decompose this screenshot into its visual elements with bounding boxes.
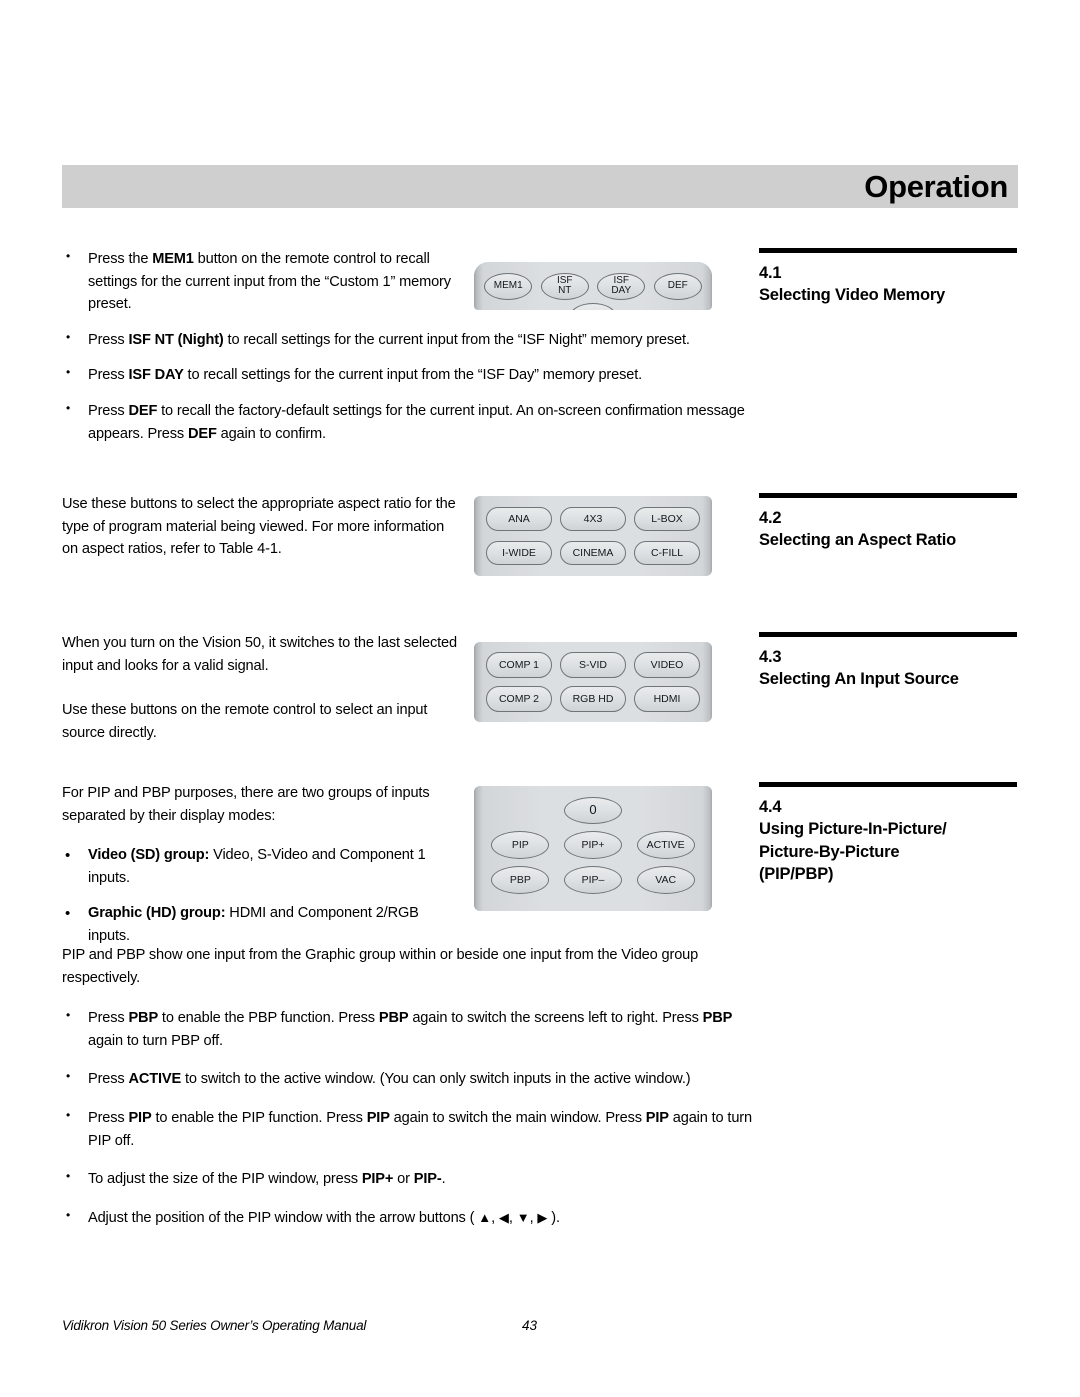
bullet-item: Press ISF NT (Night) to recall settings … (62, 328, 768, 352)
bullet-item: Press the MEM1 button on the remote cont… (62, 247, 462, 316)
section-title: Selecting Video Memory (759, 286, 946, 305)
remote-key-row: PBP PIP– VAC (484, 864, 702, 896)
remote-key-pbp[interactable]: PBP (491, 866, 550, 894)
paragraph: When you turn on the Vision 50, it switc… (62, 635, 457, 674)
group-label: Graphic (HD) group: (88, 905, 226, 922)
remote-key-rgbhd[interactable]: RGB HD (560, 686, 626, 712)
section-4-4-heading: 4.4 Using Picture-In-Picture/ Picture-By… (759, 782, 1018, 885)
remote-key-hdmi[interactable]: HDMI (634, 686, 700, 712)
arrow-right-icon: ▶ (537, 1209, 548, 1225)
arrow-left-icon: ◀ (498, 1209, 509, 1225)
remote-body: MEM1 ISF NT ISF DAY DEF (474, 262, 712, 310)
paragraph: Use these buttons on the remote control … (62, 702, 428, 741)
remote-key-comp2[interactable]: COMP 2 (486, 686, 552, 712)
remote-key-video[interactable]: VIDEO (634, 652, 700, 678)
remote-key-comp1[interactable]: COMP 1 (486, 652, 552, 678)
document-page: Operation Press the MEM1 button on the r… (0, 0, 1080, 1397)
arrow-down-icon: ▼ (516, 1209, 530, 1225)
remote-key-isf-nt[interactable]: ISF NT (540, 272, 589, 300)
section-4-2-heading: 4.2 Selecting an Aspect Ratio (759, 493, 1018, 552)
section-rule (759, 782, 1017, 787)
bullet-item: Graphic (HD) group: HDMI and Component 2… (62, 902, 462, 947)
remote-key-row: 0 (484, 794, 702, 826)
page-title: Operation (864, 169, 1008, 204)
remote-graphic-4-4: 0 PIP PIP+ ACTIVE PBP PIP– VAC (474, 786, 724, 911)
remote-key-isf-day[interactable]: ISF DAY (597, 272, 646, 300)
remote-body: 0 PIP PIP+ ACTIVE PBP PIP– VAC (474, 786, 712, 911)
section-title-line-3: (PIP/PBP) (759, 864, 834, 883)
bullet-item: Video (SD) group: Video, S-Video and Com… (62, 844, 462, 889)
section-4-3-heading: 4.3 Selecting An Input Source (759, 632, 1018, 691)
paragraph: Use these buttons to select the appropri… (62, 496, 456, 558)
remote-graphic-4-1: MEM1 ISF NT ISF DAY DEF (474, 262, 724, 310)
section-4-4: For PIP and PBP purposes, there are two … (62, 782, 1018, 944)
pip-pbp-instructions: PIP and PBP show one input from the Grap… (62, 944, 762, 1229)
section-number: 4.1 (759, 264, 782, 282)
remote-key-0[interactable]: 0 (564, 796, 622, 824)
paragraph: For PIP and PBP purposes, there are two … (62, 785, 430, 824)
footer-manual-title: Vidikron Vision 50 Series Owner’s Operat… (62, 1318, 367, 1333)
arrow-up-icon: ▲ (478, 1209, 492, 1225)
bullet-item: Press PIP to enable the PIP function. Pr… (62, 1106, 762, 1152)
remote-key-row: COMP 1 S-VID VIDEO (482, 650, 704, 680)
section-number: 4.3 (759, 648, 782, 666)
section-4-3-body: When you turn on the Vision 50, it switc… (62, 632, 462, 744)
remote-key-mem1[interactable]: MEM1 (484, 272, 533, 300)
remote-key-svid[interactable]: S-VID (560, 652, 626, 678)
remote-graphic-4-3: COMP 1 S-VID VIDEO COMP 2 RGB HD HDMI (474, 642, 724, 722)
bullet-item: To adjust the size of the PIP window, pr… (62, 1167, 762, 1191)
section-rule (759, 632, 1017, 637)
page-header-bar: Operation (62, 165, 1018, 208)
remote-key-lbox[interactable]: L-BOX (634, 507, 700, 531)
remote-key-row: ANA 4X3 L-BOX (482, 504, 704, 534)
page-footer: Vidikron Vision 50 Series Owner’s Operat… (62, 1318, 1018, 1333)
bullet-item: Press PBP to enable the PBP function. Pr… (62, 1006, 762, 1052)
bullet-item: Press ACTIVE to switch to the active win… (62, 1067, 762, 1091)
remote-key-pip-plus[interactable]: PIP+ (563, 831, 622, 859)
section-4-1-body: Press the MEM1 button on the remote cont… (62, 247, 745, 445)
footer-page-number: 43 (522, 1318, 538, 1333)
section-rule (759, 248, 1017, 253)
paragraph: PIP and PBP show one input from the Grap… (62, 947, 699, 986)
remote-key-active[interactable]: ACTIVE (636, 831, 695, 859)
section-title-line-1: Using Picture-In-Picture/ (759, 820, 947, 839)
section-4-1-heading: 4.1 Selecting Video Memory (759, 248, 1018, 307)
section-4-4-body: For PIP and PBP purposes, there are two … (62, 782, 462, 948)
section-4-2-body: Use these buttons to select the appropri… (62, 493, 462, 561)
section-4-2: Use these buttons to select the appropri… (62, 493, 1018, 623)
remote-key-cinema[interactable]: CINEMA (560, 541, 626, 565)
remote-key-iwide[interactable]: I-WIDE (486, 541, 552, 565)
section-rule (759, 493, 1017, 498)
section-title: Selecting An Input Source (759, 670, 959, 689)
remote-graphic-4-2: ANA 4X3 L-BOX I-WIDE CINEMA C-FILL (474, 496, 724, 576)
section-number: 4.2 (759, 509, 782, 527)
remote-key-row: I-WIDE CINEMA C-FILL (482, 538, 704, 568)
group-label: Video (SD) group: (88, 847, 210, 864)
remote-key-pip[interactable]: PIP (491, 831, 550, 859)
remote-body: COMP 1 S-VID VIDEO COMP 2 RGB HD HDMI (474, 642, 712, 722)
bullet-item: Adjust the position of the PIP window wi… (62, 1206, 762, 1230)
section-title: Selecting an Aspect Ratio (759, 531, 957, 550)
bullet-item: Press ISF DAY to recall settings for the… (62, 363, 768, 387)
section-number: 4.4 (759, 798, 782, 816)
remote-key-ana[interactable]: ANA (486, 507, 552, 531)
remote-key-row: PIP PIP+ ACTIVE (484, 829, 702, 861)
remote-key-4x3[interactable]: 4X3 (560, 507, 626, 531)
remote-key-pip-minus[interactable]: PIP– (563, 866, 622, 894)
remote-body: ANA 4X3 L-BOX I-WIDE CINEMA C-FILL (474, 496, 712, 576)
section-title-line-2: Picture-By-Picture (759, 842, 900, 861)
section-4-3: When you turn on the Vision 50, it switc… (62, 632, 1018, 772)
remote-key-def[interactable]: DEF (653, 272, 702, 300)
remote-key-cfill[interactable]: C-FILL (634, 541, 700, 565)
bullet-item: Press DEF to recall the factory-default … (62, 399, 768, 445)
remote-key-row: COMP 2 RGB HD HDMI (482, 684, 704, 714)
section-4-1: Press the MEM1 button on the remote cont… (62, 247, 1018, 458)
remote-key-vac[interactable]: VAC (636, 866, 695, 894)
